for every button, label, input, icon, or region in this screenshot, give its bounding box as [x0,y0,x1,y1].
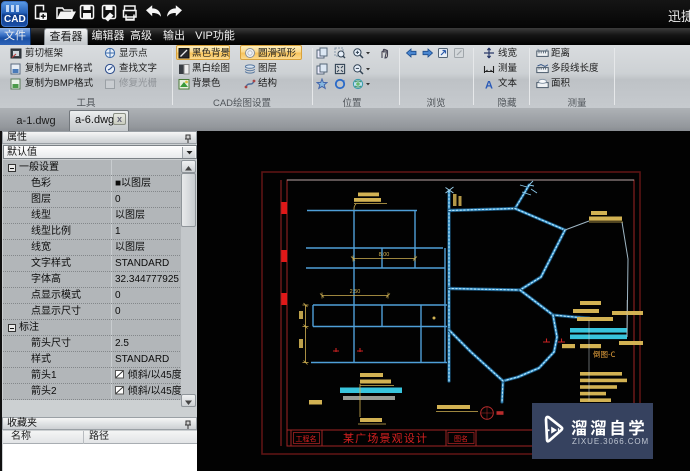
svg-text:某广场景观设计: 某广场景观设计 [343,430,427,446]
svg-text:倒图-C: 倒图-C [593,349,616,360]
svg-text:2.50: 2.50 [350,289,361,295]
svg-text:A: A [485,80,493,91]
svg-text:图名: 图名 [454,434,468,444]
svg-text:工程名: 工程名 [296,434,317,444]
svg-text:8.00: 8.00 [379,252,390,258]
